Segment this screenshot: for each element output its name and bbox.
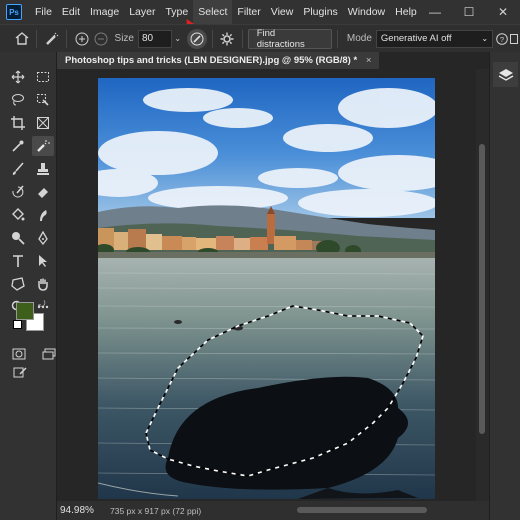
menu-layer[interactable]: Layer bbox=[124, 0, 160, 24]
smudge-tool-icon[interactable] bbox=[32, 205, 54, 225]
eyedropper-tool-icon[interactable] bbox=[7, 136, 29, 156]
size-input[interactable] bbox=[137, 29, 172, 48]
chevron-down-icon: ⌄ bbox=[481, 34, 489, 43]
remove-tool-icon[interactable] bbox=[32, 136, 54, 156]
canvas-area[interactable] bbox=[57, 69, 476, 501]
menu-filter[interactable]: Filter bbox=[232, 0, 265, 24]
separator bbox=[336, 29, 338, 48]
remove-brush-icon[interactable] bbox=[42, 29, 61, 49]
dodge-tool-icon[interactable] bbox=[7, 228, 29, 248]
maximize-button[interactable]: ☐ bbox=[452, 0, 486, 24]
document-info[interactable]: 735 px x 917 px (72 ppi) bbox=[110, 506, 310, 516]
quick-mask-icon[interactable] bbox=[8, 344, 30, 364]
mode-select[interactable]: Generative AI off ⌄ bbox=[375, 29, 494, 48]
vertical-scrollbar[interactable] bbox=[476, 69, 489, 501]
layers-panel-button[interactable] bbox=[493, 62, 518, 87]
pressure-brush-icon[interactable] bbox=[187, 28, 207, 49]
minimize-button[interactable]: — bbox=[418, 0, 452, 24]
hand-tool-icon[interactable] bbox=[32, 274, 54, 294]
separator bbox=[211, 29, 213, 48]
lasso-tool-icon[interactable] bbox=[7, 90, 29, 110]
eraser-tool-icon[interactable] bbox=[32, 182, 54, 202]
mode-value: Generative AI off bbox=[380, 33, 452, 44]
edit-toolbar-icon[interactable] bbox=[9, 362, 31, 382]
foreground-color-swatch[interactable] bbox=[16, 302, 34, 320]
find-distractions-button[interactable]: Find distractions bbox=[247, 28, 332, 50]
paint-bucket-tool-icon[interactable] bbox=[7, 205, 29, 225]
chevron-down-icon[interactable]: ⌄ bbox=[172, 29, 183, 49]
stamp-tool-icon[interactable] bbox=[32, 159, 54, 179]
horizontal-scrollbar-thumb[interactable] bbox=[297, 507, 427, 513]
add-mode-icon[interactable] bbox=[72, 29, 91, 49]
menu-bar: Ps File Edit Image Layer Type Select Fil… bbox=[0, 0, 520, 24]
subtract-mode-icon[interactable] bbox=[91, 29, 110, 49]
help-icon[interactable]: ? bbox=[495, 29, 508, 49]
move-tool-icon[interactable] bbox=[7, 67, 29, 87]
options-bar: Size ⌄ Find distractions Mode Generative… bbox=[0, 24, 520, 53]
gear-icon[interactable] bbox=[218, 29, 237, 49]
type-tool-icon[interactable] bbox=[7, 251, 29, 271]
menu-view[interactable]: View bbox=[266, 0, 299, 24]
custom-shape-tool-icon[interactable] bbox=[7, 274, 29, 294]
swap-colors-icon[interactable]: ⤾ bbox=[38, 299, 46, 310]
marquee-tool-icon[interactable] bbox=[32, 67, 54, 87]
separator bbox=[36, 29, 38, 48]
document-tab-bar: Photoshop tips and tricks (LBN DESIGNER)… bbox=[57, 52, 489, 69]
size-label: Size bbox=[114, 33, 134, 44]
menu-edit[interactable]: Edit bbox=[57, 0, 85, 24]
home-icon[interactable] bbox=[12, 29, 31, 49]
menu-select[interactable]: Select bbox=[193, 0, 233, 24]
vertical-scrollbar-thumb[interactable] bbox=[479, 144, 485, 434]
document-image[interactable] bbox=[98, 78, 435, 499]
menu-image[interactable]: Image bbox=[85, 0, 124, 24]
layers-icon bbox=[498, 68, 513, 81]
mode-label: Mode bbox=[346, 33, 372, 44]
menu-file[interactable]: File bbox=[30, 0, 57, 24]
path-select-tool-icon[interactable] bbox=[32, 251, 54, 271]
default-colors-icon[interactable] bbox=[13, 320, 22, 329]
crop-tool-icon[interactable] bbox=[7, 113, 29, 133]
menu-window[interactable]: Window bbox=[343, 0, 390, 24]
separator bbox=[241, 29, 243, 48]
right-panel-dock bbox=[489, 52, 520, 520]
document-tab-title: Photoshop tips and tricks (LBN DESIGNER)… bbox=[65, 55, 358, 66]
tab-close-icon[interactable]: × bbox=[366, 55, 372, 66]
overflow-icon[interactable] bbox=[509, 29, 520, 49]
photoshop-logo: Ps bbox=[6, 4, 22, 20]
close-button[interactable]: ✕ bbox=[486, 0, 520, 24]
color-swatches: ⤾ bbox=[13, 299, 50, 334]
separator bbox=[66, 29, 68, 48]
history-brush-tool-icon[interactable] bbox=[7, 182, 29, 202]
tools-panel: ⤾ bbox=[0, 52, 57, 520]
document-tab[interactable]: Photoshop tips and tricks (LBN DESIGNER)… bbox=[57, 52, 380, 69]
help-glyph: ? bbox=[500, 34, 504, 43]
frame-tool-icon[interactable] bbox=[32, 113, 54, 133]
pen-tool-icon[interactable] bbox=[32, 228, 54, 248]
status-bar: 94.98% 735 px x 917 px (72 ppi) bbox=[57, 501, 489, 520]
brush-tool-icon[interactable] bbox=[7, 159, 29, 179]
window-controls: — ☐ ✕ bbox=[418, 0, 520, 24]
object-select-tool-icon[interactable] bbox=[32, 90, 54, 110]
menu-plugins[interactable]: Plugins bbox=[298, 0, 342, 24]
zoom-level[interactable]: 94.98% bbox=[57, 505, 110, 516]
